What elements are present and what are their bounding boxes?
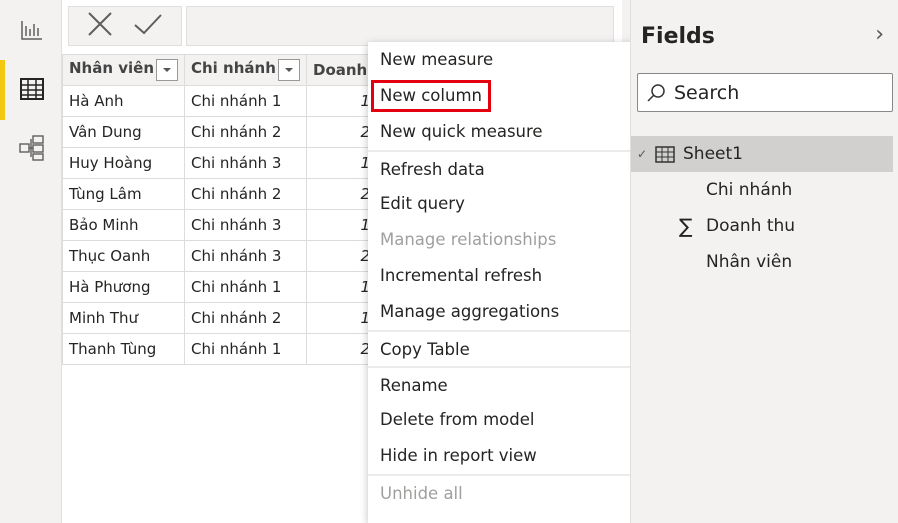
menu-item-unhide-all: Unhide all [368,474,638,510]
table-row: Huy HoàngChi nhánh 317 [62,147,387,179]
field-tree: ✓ Sheet1 Chi nhánh ∑ Doanh thu Nhân viên [631,136,893,280]
menu-item-label: Edit query [380,194,465,213]
filter-dropdown-icon[interactable] [156,59,178,81]
context-menu: New measure New column New quick measure Re… [368,42,638,523]
table-cell[interactable]: Tùng Lâm [62,178,185,210]
table-cell[interactable]: Chi nhánh 1 [184,85,307,117]
menu-item-refresh-data[interactable]: Refresh data [368,150,638,186]
search-input[interactable]: Search [637,73,893,112]
table-cell[interactable]: Chi nhánh 2 [184,116,307,148]
menu-item-copy-table[interactable]: Copy Table [368,330,638,366]
sigma-icon: ∑ [679,214,693,238]
menu-item-label: Refresh data [380,160,485,179]
cancel-icon[interactable] [87,11,113,41]
search-placeholder: Search [674,81,740,104]
table-cell[interactable]: Chi nhánh 1 [184,333,307,365]
commit-check-icon[interactable] [133,13,163,39]
table-row: Thanh TùngChi nhánh 121 [62,333,387,365]
field-chi-nhanh[interactable]: Chi nhánh [631,172,893,208]
table-cell[interactable]: Hà Phương [62,271,185,303]
menu-item-label: New quick measure [380,122,543,141]
table-row: Minh ThưChi nhánh 213 [62,302,387,334]
menu-item-manage-relationships: Manage relationships [368,222,638,258]
table-icon [655,146,675,163]
menu-item-manage-aggregations[interactable]: Manage aggregations [368,294,638,330]
column-header-nhan-vien[interactable]: Nhân viên [62,54,185,86]
menu-item-label: Rename [380,376,448,395]
header-label: Nhân viên [69,59,155,77]
field-label: Nhân viên [706,252,793,272]
model-view-icon[interactable] [18,134,46,162]
menu-item-label: Delete from model [380,410,535,429]
table-row: Hà AnhChi nhánh 115 [62,85,387,117]
formula-actions [68,6,182,46]
menu-item-new-measure[interactable]: New measure [368,42,638,78]
menu-item-label: Hide in report view [380,446,537,465]
collapse-chevron-icon[interactable]: › [875,22,884,47]
menu-item-incremental-refresh[interactable]: Incremental refresh [368,258,638,294]
table-cell[interactable]: Huy Hoàng [62,147,185,179]
field-label: Chi nhánh [706,180,793,200]
report-view-icon[interactable] [18,16,46,44]
table-cell[interactable]: Chi nhánh 3 [184,240,307,272]
data-table: Nhân viên Chi nhánh Doanh t Hà Anh Chi nh… [62,54,387,365]
table-cell[interactable]: Thục Oanh [62,240,185,272]
menu-item-label: Manage relationships [380,230,557,249]
table-sheet1[interactable]: ✓ Sheet1 [631,136,893,172]
menu-item-label: Unhide all [380,484,463,503]
menu-item-delete-from-model[interactable]: Delete from model [368,402,638,438]
field-doanh-thu[interactable]: ∑ Doanh thu [631,208,893,244]
fields-pane: Fields › Search ✓ Sheet1 Chi nhánh ∑ Doan… [630,0,898,523]
header-label: Chi nhánh [191,59,276,77]
menu-item-new-quick-measure[interactable]: New quick measure [368,114,638,150]
table-row: Thục OanhChi nhánh 323 [62,240,387,272]
filter-dropdown-icon[interactable] [278,59,300,81]
table-cell[interactable]: Vân Dung [62,116,185,148]
menu-item-rename[interactable]: Rename [368,366,638,402]
table-row: Tùng LâmChi nhánh 220 [62,178,387,210]
table-cell[interactable]: Bảo Minh [62,209,185,241]
menu-item-hide-in-report-view[interactable]: Hide in report view [368,438,638,474]
menu-item-edit-query[interactable]: Edit query [368,186,638,222]
table-cell[interactable]: Chi nhánh 3 [184,209,307,241]
table-row: Vân DungChi nhánh 220 [62,116,387,148]
menu-item-label: New measure [380,50,494,69]
table-cell[interactable]: Chi nhánh 1 [184,271,307,303]
column-header-chi-nhanh[interactable]: Chi nhánh [184,54,307,86]
expand-chevron-icon[interactable]: ✓ [637,136,647,172]
view-rail [0,0,62,523]
table-cell[interactable]: Chi nhánh 2 [184,302,307,334]
table-cell[interactable]: Minh Thư [62,302,185,334]
table-cell[interactable]: Hà Anh [62,85,185,117]
table-cell[interactable]: Thanh Tùng [62,333,185,365]
table-row: Hà PhươngChi nhánh 119 [62,271,387,303]
field-nhan-vien[interactable]: Nhân viên [631,244,893,280]
data-view-icon[interactable] [18,75,46,103]
highlight-box [371,80,491,112]
fields-title: Fields [641,24,715,49]
active-indicator [0,60,5,120]
menu-item-label: Manage aggregations [380,302,560,321]
table-row: Bảo MinhChi nhánh 317 [62,209,387,241]
table-name: Sheet1 [683,144,743,164]
table-cell[interactable]: Chi nhánh 2 [184,178,307,210]
menu-item-label: Copy Table [380,340,470,359]
menu-item-label: Incremental refresh [380,266,543,285]
field-label: Doanh thu [706,216,796,236]
formula-input[interactable] [186,6,614,46]
search-icon [647,83,665,102]
menu-item-new-column[interactable]: New column [368,78,638,114]
table-cell[interactable]: Chi nhánh 3 [184,147,307,179]
